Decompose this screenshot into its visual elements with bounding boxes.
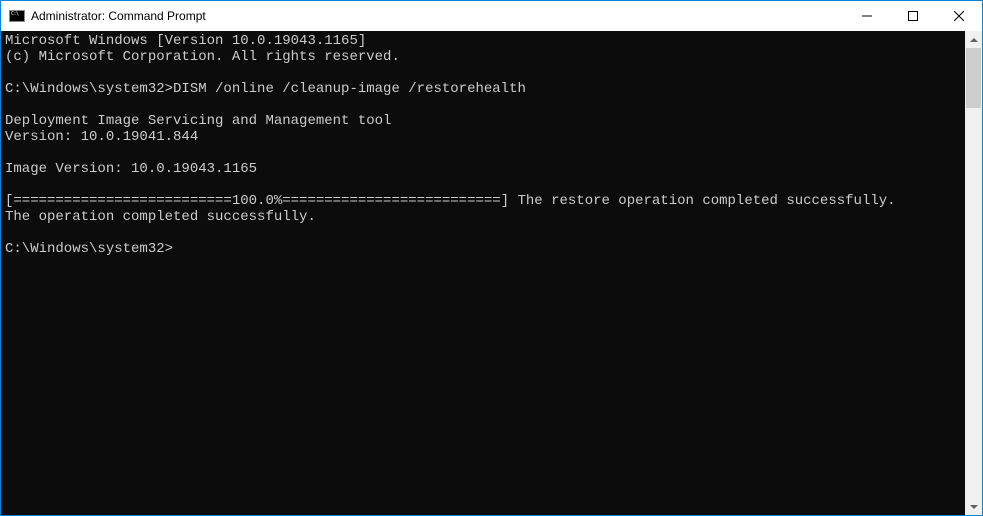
maximize-button[interactable] bbox=[890, 1, 936, 31]
titlebar[interactable]: Administrator: Command Prompt bbox=[1, 1, 982, 31]
scroll-down-button[interactable] bbox=[965, 498, 982, 515]
close-button[interactable] bbox=[936, 1, 982, 31]
command-prompt-window: Administrator: Command Prompt Micro bbox=[0, 0, 983, 516]
vertical-scrollbar[interactable] bbox=[965, 31, 982, 515]
close-icon bbox=[954, 11, 964, 21]
cmd-icon bbox=[9, 8, 25, 24]
content-area: Microsoft Windows [Version 10.0.19043.11… bbox=[1, 31, 982, 515]
scrollbar-track[interactable] bbox=[965, 48, 982, 498]
terminal-output[interactable]: Microsoft Windows [Version 10.0.19043.11… bbox=[1, 31, 965, 515]
window-controls bbox=[844, 1, 982, 31]
window-title: Administrator: Command Prompt bbox=[31, 9, 206, 23]
chevron-down-icon bbox=[970, 505, 978, 509]
scroll-up-button[interactable] bbox=[965, 31, 982, 48]
scrollbar-thumb[interactable] bbox=[966, 48, 981, 108]
chevron-up-icon bbox=[970, 38, 978, 42]
minimize-icon bbox=[862, 11, 872, 21]
maximize-icon bbox=[908, 11, 918, 21]
minimize-button[interactable] bbox=[844, 1, 890, 31]
